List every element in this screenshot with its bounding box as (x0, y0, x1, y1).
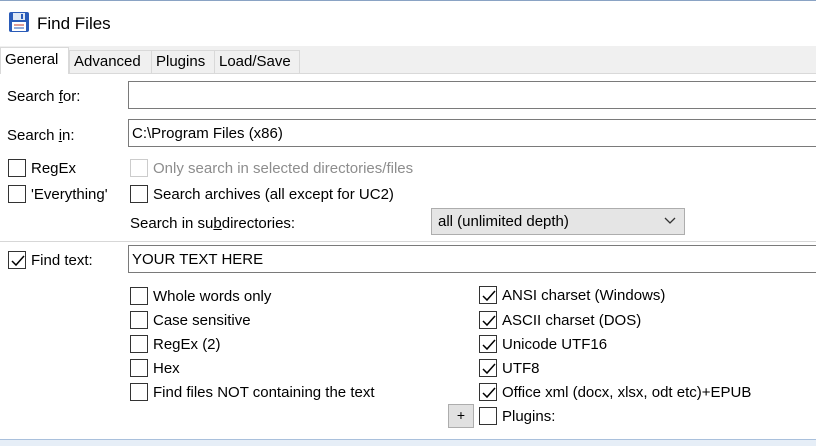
ansi-label: ANSI charset (Windows) (502, 287, 666, 304)
subdirectories-select[interactable]: all (unlimited depth) (431, 208, 685, 235)
whole-words-label: Whole words only (153, 288, 272, 305)
checkmark-icon (482, 363, 496, 375)
checkmark-icon (482, 387, 496, 399)
window-title: Find Files (37, 14, 111, 33)
checkmark-icon (482, 315, 496, 327)
search-in-input[interactable] (128, 119, 816, 147)
title-bar: Find Files (0, 0, 816, 46)
everything-label: 'Everything' (31, 186, 108, 203)
tab-plugins[interactable]: Plugins (151, 50, 215, 73)
tab-load-save[interactable]: Load/Save (214, 50, 300, 73)
floppy-disk-icon (9, 12, 29, 32)
find-text-label: Find text: (31, 252, 93, 269)
plugins-checkbox[interactable] (479, 407, 497, 425)
ascii-label: ASCII charset (DOS) (502, 312, 642, 329)
case-sensitive-label: Case sensitive (153, 312, 251, 329)
utf8-label: UTF8 (502, 360, 540, 377)
utf16-checkbox[interactable] (479, 335, 497, 353)
subdirectories-label: Search in subdirectories: (130, 215, 296, 232)
utf8-checkbox[interactable] (479, 359, 497, 377)
not-containing-checkbox[interactable] (130, 383, 148, 401)
hex-label: Hex (153, 360, 180, 377)
whole-words-checkbox[interactable] (130, 287, 148, 305)
checkmark-icon (11, 255, 25, 267)
only-selected-label: Only search in selected directories/file… (153, 160, 414, 177)
tab-general[interactable]: General (0, 47, 69, 74)
search-for-label: Search for: (7, 88, 81, 105)
checkmark-icon (482, 339, 496, 351)
search-in-label: Search in: (7, 127, 75, 144)
search-archives-checkbox[interactable] (130, 185, 148, 203)
add-plugin-button[interactable]: + (448, 404, 474, 428)
regex2-label: RegEx (2) (153, 336, 221, 353)
not-containing-label: Find files NOT containing the text (153, 384, 375, 401)
ansi-checkbox[interactable] (479, 286, 497, 304)
case-sensitive-checkbox[interactable] (130, 311, 148, 329)
tab-strip: General Advanced Plugins Load/Save (0, 47, 816, 74)
everything-checkbox[interactable] (8, 185, 26, 203)
subdirectories-value: all (unlimited depth) (438, 213, 569, 230)
regex-label: RegEx (31, 160, 77, 177)
find-text-checkbox[interactable] (8, 251, 26, 269)
office-xml-checkbox[interactable] (479, 383, 497, 401)
search-archives-label: Search archives (all except for UC2) (153, 186, 394, 203)
chevron-down-icon (664, 217, 676, 224)
only-selected-checkbox[interactable] (130, 159, 148, 177)
section-divider (0, 241, 816, 242)
hex-checkbox[interactable] (130, 359, 148, 377)
checkmark-icon (482, 290, 496, 302)
search-for-input[interactable] (128, 81, 816, 109)
ascii-checkbox[interactable] (479, 311, 497, 329)
find-text-input[interactable] (128, 245, 816, 273)
tab-advanced[interactable]: Advanced (69, 50, 152, 73)
office-xml-label: Office xml (docx, xlsx, odt etc)+EPUB (502, 384, 752, 401)
regex-checkbox[interactable] (8, 159, 26, 177)
regex2-checkbox[interactable] (130, 335, 148, 353)
plugins-label: Plugins: (502, 408, 556, 425)
utf16-label: Unicode UTF16 (502, 336, 608, 353)
